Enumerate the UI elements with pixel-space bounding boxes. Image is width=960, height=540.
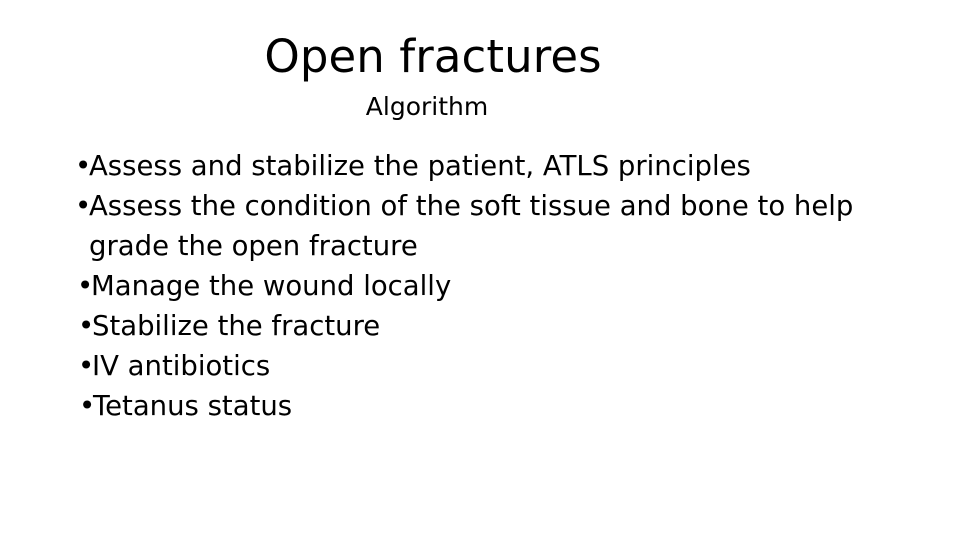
bullet-icon: • — [78, 310, 95, 342]
bullet-icon: • — [75, 190, 92, 222]
list-item: • Tetanus status — [76, 386, 862, 426]
bullet-icon: • — [75, 150, 92, 182]
page-title: Open fractures — [264, 30, 602, 83]
slide-canvas: Open fractures Algorithm • Assess and st… — [0, 0, 960, 540]
slide-subtitle: Algorithm — [365, 92, 489, 121]
list-item-label: IV antibiotics — [92, 350, 271, 382]
list-item: • IV antibiotics — [75, 346, 862, 386]
list-item: • Assess the condition of the soft tissu… — [72, 186, 862, 266]
list-item-label: Assess and stabilize the patient, ATLS p… — [89, 150, 751, 182]
bullet-list: • Assess and stabilize the patient, ATLS… — [72, 146, 862, 426]
list-item-label: Tetanus status — [93, 390, 293, 422]
list-item-label: Assess the condition of the soft tissue … — [89, 190, 854, 262]
bullet-icon: • — [78, 350, 95, 382]
list-item: • Stabilize the fracture — [75, 306, 862, 346]
list-item-label: Stabilize the fracture — [92, 310, 381, 342]
bullet-icon: • — [79, 390, 96, 422]
list-item-label: Manage the wound locally — [91, 270, 452, 302]
bullet-icon: • — [77, 270, 94, 302]
list-item: • Manage the wound locally — [74, 266, 862, 306]
list-item: • Assess and stabilize the patient, ATLS… — [72, 146, 862, 186]
